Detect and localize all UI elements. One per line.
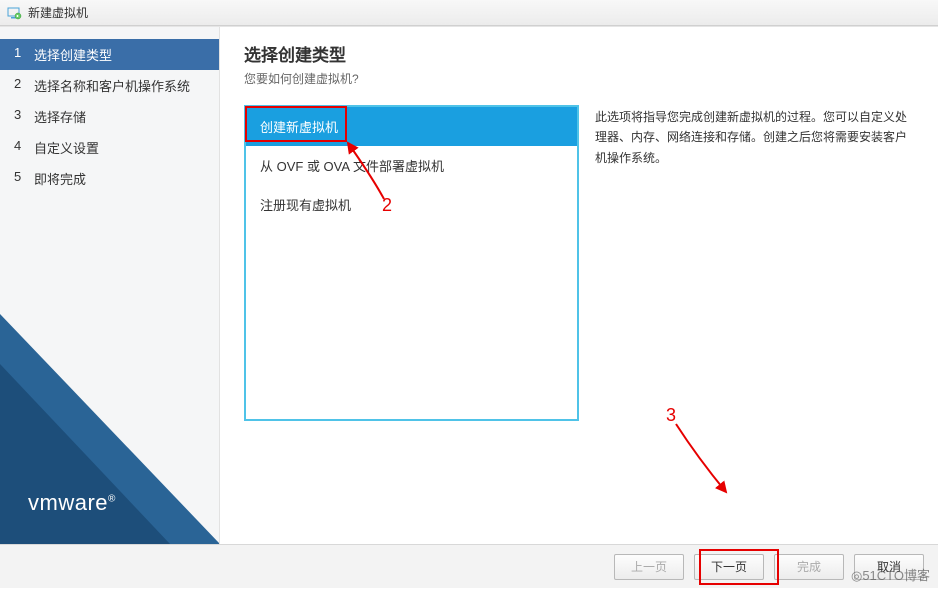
step-label: 选择名称和客户机操作系统	[34, 76, 190, 95]
content-row: 2 创建新虚拟机 从 OVF 或 OVA 文件部署虚拟机 注册现有虚拟机 此选项…	[244, 105, 918, 421]
wizard-main: 选择创建类型 您要如何创建虚拟机? 2 创建新虚拟机 从 OVF 或 OVA 文…	[220, 27, 938, 544]
cancel-button[interactable]: 取消	[854, 554, 924, 580]
option-deploy-ovf-ova[interactable]: 从 OVF 或 OVA 文件部署虚拟机	[246, 146, 577, 185]
step-num: 3	[14, 107, 28, 126]
step-label: 自定义设置	[34, 138, 99, 157]
titlebar-text: 新建虚拟机	[28, 4, 88, 21]
page-title: 选择创建类型	[244, 41, 918, 66]
step-label: 即将完成	[34, 169, 86, 188]
finish-button[interactable]: 完成	[774, 554, 844, 580]
step-2[interactable]: 2 选择名称和客户机操作系统	[0, 70, 219, 101]
option-label: 创建新虚拟机	[260, 120, 338, 135]
option-description: 此选项将指导您完成创建新虚拟机的过程。您可以自定义处理器、内存、网络连接和存储。…	[595, 105, 918, 421]
step-4[interactable]: 4 自定义设置	[0, 132, 219, 163]
sidebar-footer: vmware®	[0, 314, 219, 544]
step-num: 1	[14, 45, 28, 64]
vm-icon	[6, 5, 22, 21]
dialog-body: 1 选择创建类型 2 选择名称和客户机操作系统 3 选择存储 4 自定义设置 5…	[0, 26, 938, 544]
step-5[interactable]: 5 即将完成	[0, 163, 219, 194]
step-label: 选择存储	[34, 107, 86, 126]
step-num: 2	[14, 76, 28, 95]
wizard-steps: 1 选择创建类型 2 选择名称和客户机操作系统 3 选择存储 4 自定义设置 5…	[0, 27, 219, 194]
titlebar: 新建虚拟机	[0, 0, 938, 26]
step-3[interactable]: 3 选择存储	[0, 101, 219, 132]
vmware-logo: vmware®	[28, 490, 116, 516]
back-button[interactable]: 上一页	[614, 554, 684, 580]
step-label: 选择创建类型	[34, 45, 112, 64]
page-subtitle: 您要如何创建虚拟机?	[244, 70, 918, 87]
next-button[interactable]: 下一页	[694, 554, 764, 580]
option-label: 从 OVF 或 OVA 文件部署虚拟机	[260, 159, 444, 174]
annotation-arrow-3	[668, 418, 738, 498]
option-label: 注册现有虚拟机	[260, 198, 351, 213]
wizard-sidebar: 1 选择创建类型 2 选择名称和客户机操作系统 3 选择存储 4 自定义设置 5…	[0, 27, 220, 544]
step-num: 4	[14, 138, 28, 157]
step-num: 5	[14, 169, 28, 188]
option-create-new-vm[interactable]: 创建新虚拟机	[246, 107, 577, 146]
step-1[interactable]: 1 选择创建类型	[0, 39, 219, 70]
creation-type-options: 2 创建新虚拟机 从 OVF 或 OVA 文件部署虚拟机 注册现有虚拟机	[244, 105, 579, 421]
option-register-existing[interactable]: 注册现有虚拟机	[246, 185, 577, 224]
button-bar: 上一页 下一页 完成 取消	[0, 544, 938, 588]
